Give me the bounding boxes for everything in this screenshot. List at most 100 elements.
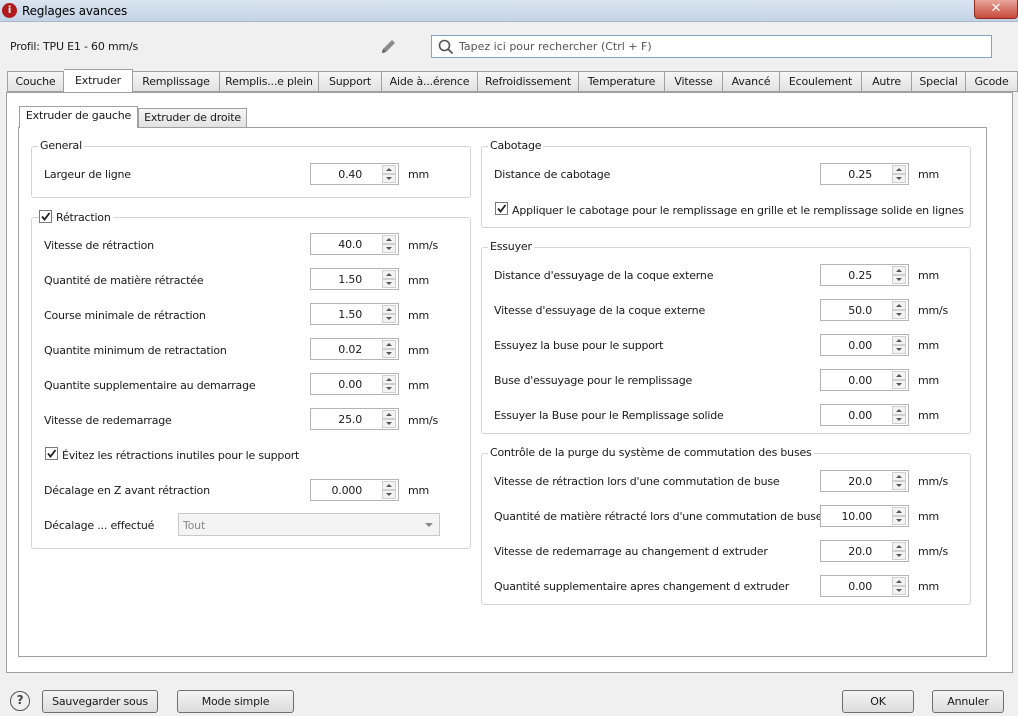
spin-up-arrow-icon[interactable]: [382, 305, 396, 314]
title-bar: i Reglages avances ✕: [0, 0, 1018, 22]
tab-special[interactable]: Special: [912, 71, 966, 92]
toolchange-retract-amount-spinbox[interactable]: 10.00: [820, 505, 909, 527]
prime-speed-spinbox[interactable]: 25.0: [310, 408, 399, 430]
search-input[interactable]: [459, 38, 979, 55]
spin-up-arrow-icon[interactable]: [892, 336, 906, 345]
tab-refroidissement[interactable]: Refroidissement: [478, 71, 579, 92]
spin-up-arrow-icon[interactable]: [892, 472, 906, 481]
unit-label: mm: [918, 339, 940, 352]
spin-up-arrow-icon[interactable]: [892, 301, 906, 310]
wipe-solid-infill-spinbox[interactable]: 0.00: [820, 404, 909, 426]
save-as-button[interactable]: Sauvegarder sous: [42, 690, 158, 713]
help-icon[interactable]: ?: [10, 691, 30, 711]
spin-down-arrow-icon[interactable]: [382, 314, 396, 323]
spin-down-arrow-icon[interactable]: [892, 275, 906, 284]
pencil-edit-icon[interactable]: [380, 37, 398, 55]
tab-temperature[interactable]: Temperature: [579, 71, 665, 92]
spin-down-arrow-icon[interactable]: [892, 345, 906, 354]
tab-remplissage-plein[interactable]: Remplis...e plein: [220, 71, 319, 92]
spin-up-arrow-icon[interactable]: [892, 507, 906, 516]
simple-mode-button[interactable]: Mode simple: [177, 690, 294, 713]
retraction-speed-spinbox[interactable]: 40.0: [310, 233, 399, 255]
tab-remplissage[interactable]: Remplissage: [133, 71, 220, 92]
spin-down-arrow-icon[interactable]: [892, 481, 906, 490]
spin-up-arrow-icon[interactable]: [892, 406, 906, 415]
cancel-button[interactable]: Annuler: [932, 690, 1004, 713]
chevron-down-icon: [425, 523, 433, 527]
spin-down-arrow-icon[interactable]: [892, 380, 906, 389]
tab-extruder-droite[interactable]: Extruder de droite: [138, 108, 247, 128]
purge-row-label: Vitesse de rétraction lors d'une commuta…: [494, 475, 780, 488]
spin-down-arrow-icon[interactable]: [382, 490, 396, 499]
unit-label: mm: [918, 168, 940, 181]
spin-up-arrow-icon[interactable]: [892, 371, 906, 380]
close-button[interactable]: ✕: [974, 0, 1018, 19]
spin-down-arrow-icon[interactable]: [892, 415, 906, 424]
spin-down-arrow-icon[interactable]: [892, 516, 906, 525]
retraction-row-label: Quantité de matière rétractée: [44, 274, 204, 287]
tab-extruder-gauche[interactable]: Extruder de gauche: [19, 106, 138, 128]
min-extrusion-spinbox[interactable]: 0.02: [310, 338, 399, 360]
retraction-row-label: Vitesse de redemarrage: [44, 414, 172, 427]
spin-down-arrow-icon[interactable]: [892, 310, 906, 319]
z-offset-spinbox[interactable]: 0.000: [310, 479, 399, 501]
retraction-amount-spinbox[interactable]: 1.50: [310, 268, 399, 290]
search-icon: [438, 39, 454, 55]
spin-down-arrow-icon[interactable]: [382, 279, 396, 288]
tab-aide-adherence[interactable]: Aide à...érence: [382, 71, 478, 92]
general-group-title: General: [38, 139, 84, 152]
spin-up-arrow-icon[interactable]: [892, 165, 906, 174]
coasting-infill-checkbox[interactable]: [495, 202, 508, 215]
min-travel-spinbox[interactable]: 1.50: [310, 303, 399, 325]
coasting-distance-spinbox[interactable]: 0.25: [820, 163, 909, 185]
tab-extruder[interactable]: Extruder: [64, 69, 133, 92]
tab-autre[interactable]: Autre: [862, 71, 912, 92]
spin-up-arrow-icon[interactable]: [892, 266, 906, 275]
tab-couche[interactable]: Couche: [7, 71, 64, 92]
toolchange-prime-speed-spinbox[interactable]: 20.0: [820, 540, 909, 562]
ok-button[interactable]: OK: [842, 690, 914, 713]
spin-up-arrow-icon[interactable]: [382, 270, 396, 279]
tab-vitesse[interactable]: Vitesse: [665, 71, 723, 92]
spin-up-arrow-icon[interactable]: [382, 165, 396, 174]
spin-down-arrow-icon[interactable]: [382, 244, 396, 253]
spin-down-arrow-icon[interactable]: [382, 384, 396, 393]
toolchange-retract-speed-spinbox[interactable]: 20.0: [820, 470, 909, 492]
tab-avance[interactable]: Avancé: [723, 71, 780, 92]
spin-up-arrow-icon[interactable]: [892, 542, 906, 551]
wipe-row-label: Essuyer la Buse pour le Remplissage soli…: [494, 409, 724, 422]
extra-prime-spinbox[interactable]: 0.00: [310, 373, 399, 395]
spin-down-arrow-icon[interactable]: [892, 174, 906, 183]
line-width-spinbox[interactable]: 0.40: [310, 163, 399, 185]
offset-done-dropdown[interactable]: Tout: [178, 513, 440, 536]
tab-ecoulement[interactable]: Ecoulement: [780, 71, 862, 92]
tab-gcode[interactable]: Gcode: [966, 71, 1018, 92]
avoid-retraction-checkbox[interactable]: [45, 447, 58, 460]
spin-down-arrow-icon[interactable]: [382, 174, 396, 183]
spin-up-arrow-icon[interactable]: [382, 375, 396, 384]
unit-label: mm/s: [408, 414, 439, 427]
spin-up-arrow-icon[interactable]: [382, 410, 396, 419]
wipe-infill-spinbox[interactable]: 0.00: [820, 369, 909, 391]
unit-label: mm/s: [918, 475, 949, 488]
unit-label: mm: [918, 409, 940, 422]
tab-support[interactable]: Support: [319, 71, 382, 92]
main-tab-bar: Couche Extruder Remplissage Remplis...e …: [7, 69, 1018, 92]
spin-up-arrow-icon[interactable]: [382, 340, 396, 349]
toolchange-extra-prime-spinbox[interactable]: 0.00: [820, 575, 909, 597]
line-width-label: Largeur de ligne: [44, 168, 131, 181]
spin-up-arrow-icon[interactable]: [382, 235, 396, 244]
search-box[interactable]: [431, 35, 992, 58]
wipe-speed-spinbox[interactable]: 50.0: [820, 299, 909, 321]
retraction-checkbox[interactable]: [39, 210, 52, 223]
unit-label: mm: [918, 510, 940, 523]
spin-down-arrow-icon[interactable]: [382, 349, 396, 358]
app-icon: i: [2, 3, 17, 18]
spin-down-arrow-icon[interactable]: [382, 419, 396, 428]
spin-down-arrow-icon[interactable]: [892, 586, 906, 595]
wipe-support-spinbox[interactable]: 0.00: [820, 334, 909, 356]
wipe-distance-spinbox[interactable]: 0.25: [820, 264, 909, 286]
spin-down-arrow-icon[interactable]: [892, 551, 906, 560]
spin-up-arrow-icon[interactable]: [382, 481, 396, 490]
spin-up-arrow-icon[interactable]: [892, 577, 906, 586]
